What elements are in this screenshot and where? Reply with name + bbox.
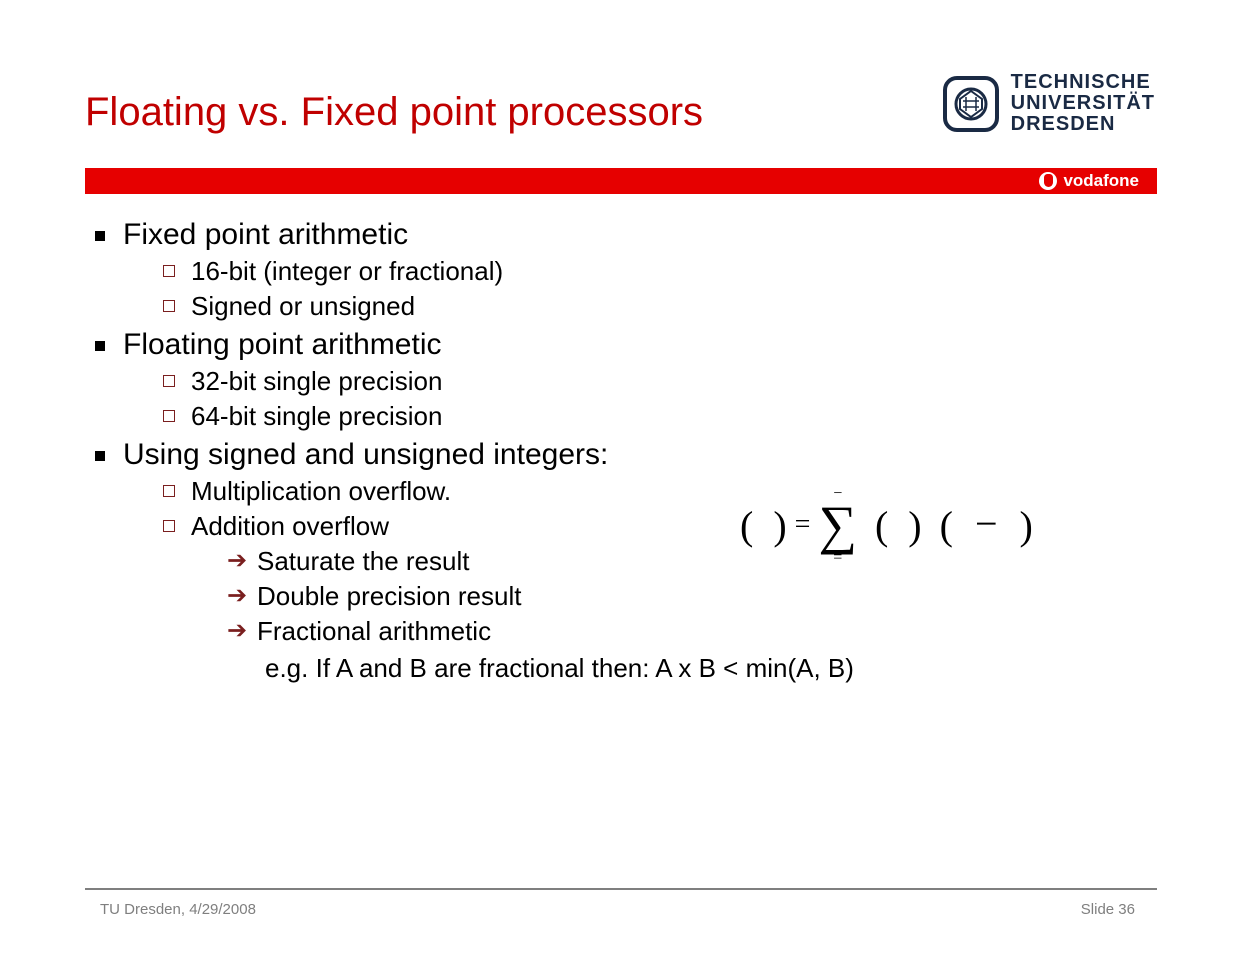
sigma-upper: − [833, 486, 842, 502]
slide-body: Fixed point arithmetic 16-bit (integer o… [85, 212, 1150, 684]
equals: = [793, 509, 813, 541]
bullet-text: Signed or unsigned [191, 291, 415, 321]
bullet-text: Double precision result [257, 581, 521, 611]
footer-divider [85, 888, 1157, 890]
bullet-text: 64-bit single precision [191, 401, 442, 431]
bullet-text: Fixed point arithmetic [123, 218, 408, 251]
paren: ( [940, 502, 953, 549]
tud-logo: TECHNISCHE UNIVERSITÄT DRESDEN [943, 72, 1155, 135]
bullet-text: Saturate the result [257, 546, 469, 576]
list-item: Signed or unsigned [159, 291, 1150, 322]
sigma-lower: = [833, 550, 842, 566]
example-text: e.g. If A and B are fractional then: A x… [265, 653, 1150, 684]
paren: ( [740, 502, 753, 549]
paren: ( [875, 502, 888, 549]
vodafone-icon [1039, 172, 1057, 190]
logo-line: UNIVERSITÄT [1011, 93, 1155, 114]
minus: − [975, 500, 998, 547]
bullet-list: Fixed point arithmetic 16-bit (integer o… [85, 218, 1150, 647]
logo-line: TECHNISCHE [1011, 72, 1155, 93]
bullet-text: 16-bit (integer or fractional) [191, 256, 503, 286]
bullet-text: Fractional arithmetic [257, 616, 491, 646]
paren: ) [908, 502, 921, 549]
bullet-text: 32-bit single precision [191, 366, 442, 396]
paren: ) [773, 502, 786, 549]
sigma-icon: ∑ − = [818, 498, 857, 552]
tud-logo-text: TECHNISCHE UNIVERSITÄT DRESDEN [1011, 72, 1155, 135]
bullet-text: Using signed and unsigned integers: [123, 438, 608, 471]
vodafone-logo: vodafone [1039, 171, 1139, 191]
bullet-text: Addition overflow [191, 511, 389, 541]
slide: Floating vs. Fixed point processors TECH… [0, 0, 1235, 954]
list-item: Fixed point arithmetic 16-bit (integer o… [85, 218, 1150, 322]
bullet-text: Multiplication overflow. [191, 476, 451, 506]
formula: ( ) = ∑ − = ( ) ( − ) [740, 498, 1033, 552]
list-item: 32-bit single precision [159, 366, 1150, 397]
tud-logo-badge [943, 76, 999, 132]
tud-logo-icon [954, 87, 988, 121]
logo-line: DRESDEN [1011, 114, 1155, 135]
vodafone-label: vodafone [1063, 171, 1139, 191]
list-item: Double precision result [227, 581, 1150, 612]
slide-title: Floating vs. Fixed point processors [85, 90, 703, 135]
footer-right: Slide 36 [1081, 901, 1135, 918]
sponsor-bar: vodafone [85, 168, 1157, 194]
list-item: 16-bit (integer or fractional) [159, 256, 1150, 287]
list-item: Fractional arithmetic [227, 616, 1150, 647]
list-item: Floating point arithmetic 32-bit single … [85, 328, 1150, 432]
footer-left: TU Dresden, 4/29/2008 [100, 901, 256, 918]
bullet-text: Floating point arithmetic [123, 328, 442, 361]
paren: ) [1020, 502, 1033, 549]
list-item: 64-bit single precision [159, 401, 1150, 432]
